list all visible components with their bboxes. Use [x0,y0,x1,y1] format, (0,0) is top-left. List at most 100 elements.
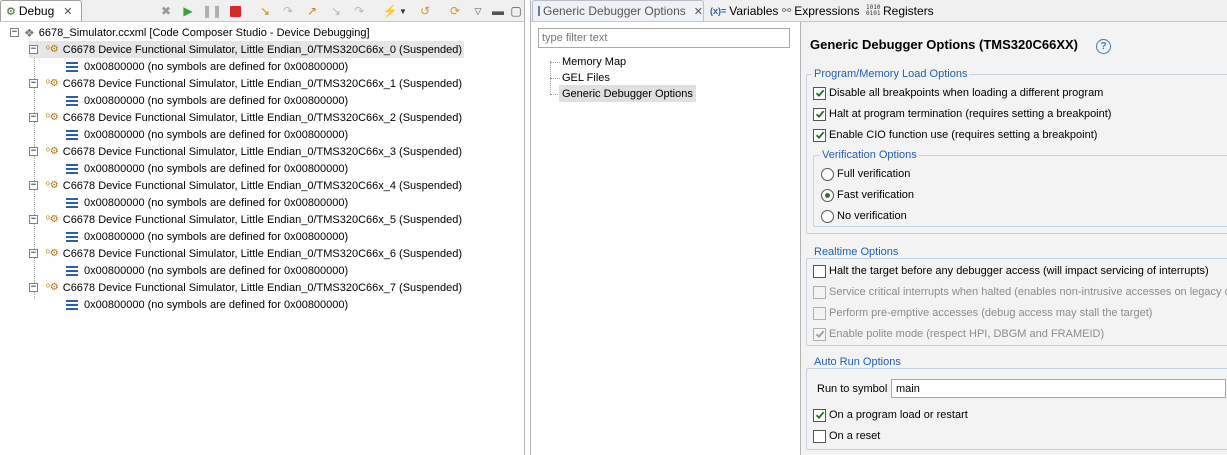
asm-step-into-icon[interactable]: ↘ [328,3,344,19]
step-into-icon[interactable]: ↘ [257,3,273,19]
remove-terminated-icon[interactable]: ✖ [158,3,174,19]
tree-root[interactable]: − ❖ 6678_Simulator.ccxml [Code Composer … [10,24,370,41]
program-load-group-title: Program/Memory Load Options [812,68,970,80]
options-icon [538,6,540,16]
stack-frame-icon [65,265,79,277]
thread-label: C6678 Device Functional Simulator, Littl… [62,145,463,158]
debug-view: ⚙ Debug ✕ ✖ ▶ ❚❚ ↘ ↷ ↗ ↘ ↷ ⚡ ▼ ↺ ⟳ ▽ ▬ ▢… [0,0,525,455]
resume-icon[interactable]: ▶ [180,3,196,19]
checkbox-option[interactable]: Disable all breakpoints when loading a d… [813,84,1103,102]
filter-input[interactable] [538,28,790,48]
step-over-icon[interactable]: ↷ [280,3,296,19]
thread-label: C6678 Device Functional Simulator, Littl… [62,77,463,90]
stack-frame-label: 0x00800000 (no symbols are defined for 0… [84,298,349,311]
radio-button[interactable] [821,188,834,202]
checkbox[interactable] [813,86,826,100]
autorun-group-title: Auto Run Options [812,356,903,368]
verification-group-title: Verification Options [820,149,919,161]
checkbox [813,285,826,299]
thread-row[interactable]: − ᵒ⚙ C6678 Device Functional Simulator, Li… [29,109,462,126]
checkbox [813,306,826,320]
checkbox[interactable] [813,128,826,142]
terminate-icon[interactable] [227,3,243,19]
option-label: No verification [837,210,907,222]
thread-label: C6678 Device Functional Simulator, Littl… [62,247,463,260]
collapse-icon[interactable]: − [29,147,38,156]
refresh-icon[interactable]: ⟳ [447,3,463,19]
collapse-icon[interactable]: − [29,113,38,122]
expressions-icon: ⚯ [782,5,792,17]
asm-step-over-icon[interactable]: ↷ [351,3,367,19]
help-icon[interactable]: ? [1096,39,1111,54]
thread-row[interactable]: − ᵒ⚙ C6678 Device Functional Simulator, Li… [29,143,462,160]
collapse-icon[interactable]: − [29,45,38,54]
radio-button[interactable] [821,209,834,223]
stack-frame-row[interactable]: 0x00800000 (no symbols are defined for 0… [65,92,348,109]
reset-cpu-icon[interactable]: ↺ [417,3,433,19]
thread-row[interactable]: − ᵒ⚙ C6678 Device Functional Simulator, Li… [29,41,465,58]
collapse-icon[interactable]: − [29,181,38,190]
nav-item-generic-debugger-options[interactable]: Generic Debugger Options [559,85,696,102]
option-label: Disable all breakpoints when loading a d… [829,87,1104,99]
thread-label: C6678 Device Functional Simulator, Littl… [62,43,463,56]
core-thread-icon: ᵒ⚙ [46,112,59,123]
checkbox[interactable] [813,429,826,443]
checkbox[interactable] [813,408,826,422]
checkbox-option[interactable]: Enable CIO function use (requires settin… [813,126,1097,144]
tab-generic-debugger-options[interactable]: Generic Debugger Options ✕ [532,0,704,21]
tab-debug[interactable]: ⚙ Debug ✕ [0,0,82,21]
collapse-icon[interactable]: − [29,79,38,88]
suspend-icon[interactable]: ❚❚ [202,3,222,19]
radio-button[interactable] [821,167,834,181]
step-return-icon[interactable]: ↗ [304,3,320,19]
close-icon[interactable]: ✕ [694,5,703,18]
nav-item-gel-files[interactable]: GEL Files [561,69,611,86]
checkbox[interactable] [813,107,826,121]
thread-row[interactable]: − ᵒ⚙ C6678 Device Functional Simulator, Li… [29,211,462,228]
thread-row[interactable]: − ᵒ⚙ C6678 Device Functional Simulator, Li… [29,75,462,92]
checkbox-option[interactable]: Halt the target before any debugger acce… [813,262,1209,280]
stack-frame-row[interactable]: 0x00800000 (no symbols are defined for 0… [65,228,348,245]
checkbox-option[interactable]: Halt at program termination (requires se… [813,105,1111,123]
stack-frame-row[interactable]: 0x00800000 (no symbols are defined for 0… [65,296,348,313]
nav-item-memory-map[interactable]: Memory Map [561,53,627,70]
view-menu-icon[interactable]: ▽ [470,3,486,19]
thread-row[interactable]: − ᵒ⚙ C6678 Device Functional Simulator, Li… [29,245,462,262]
collapse-icon[interactable]: − [29,249,38,258]
run-to-symbol-input[interactable] [891,379,1226,398]
collapse-icon[interactable]: − [10,28,19,37]
thread-label: C6678 Device Functional Simulator, Littl… [62,179,463,192]
stack-frame-row[interactable]: 0x00800000 (no symbols are defined for 0… [65,58,348,75]
option-label: Halt at program termination (requires se… [829,108,1112,120]
collapse-icon[interactable]: − [29,283,38,292]
tab-variables[interactable]: (x)= Variables [705,0,783,21]
checkbox-option: Service critical interrupts when halted … [813,283,1227,301]
connect-target-icon[interactable]: ⚡ [382,3,398,19]
collapse-icon[interactable]: − [29,215,38,224]
checkbox[interactable] [813,264,826,278]
checkbox-option[interactable]: On a reset [813,427,880,445]
option-label: Full verification [837,168,911,180]
thread-label: C6678 Device Functional Simulator, Littl… [62,213,463,226]
minimize-icon[interactable]: ▬ [490,3,506,19]
radio-option[interactable]: No verification [821,207,907,225]
dropdown-arrow-icon[interactable]: ▼ [398,3,408,19]
core-thread-icon: ᵒ⚙ [46,248,59,259]
thread-row[interactable]: − ᵒ⚙ C6678 Device Functional Simulator, Li… [29,177,462,194]
stack-frame-row[interactable]: 0x00800000 (no symbols are defined for 0… [65,126,348,143]
thread-row[interactable]: − ᵒ⚙ C6678 Device Functional Simulator, Li… [29,279,462,296]
thread-label: C6678 Device Functional Simulator, Littl… [62,281,463,294]
radio-option[interactable]: Full verification [821,165,910,183]
stack-frame-row[interactable]: 0x00800000 (no symbols are defined for 0… [65,160,348,177]
stack-frame-row[interactable]: 0x00800000 (no symbols are defined for 0… [65,262,348,279]
stack-frame-row[interactable]: 0x00800000 (no symbols are defined for 0… [65,194,348,211]
maximize-icon[interactable]: ▢ [508,3,524,19]
stack-frame-icon [65,129,79,141]
radio-option[interactable]: Fast verification [821,186,914,204]
checkbox-option[interactable]: On a program load or restart [813,406,968,424]
close-icon[interactable]: ✕ [63,5,72,18]
options-page: Generic Debugger Options (TMS320C66XX) ?… [800,22,1227,455]
tab-registers[interactable]: 1010 0101 Registers [861,0,939,21]
tab-expressions[interactable]: ⚯ Expressions [777,0,865,21]
debug-bug-icon: ⚙ [6,5,16,18]
